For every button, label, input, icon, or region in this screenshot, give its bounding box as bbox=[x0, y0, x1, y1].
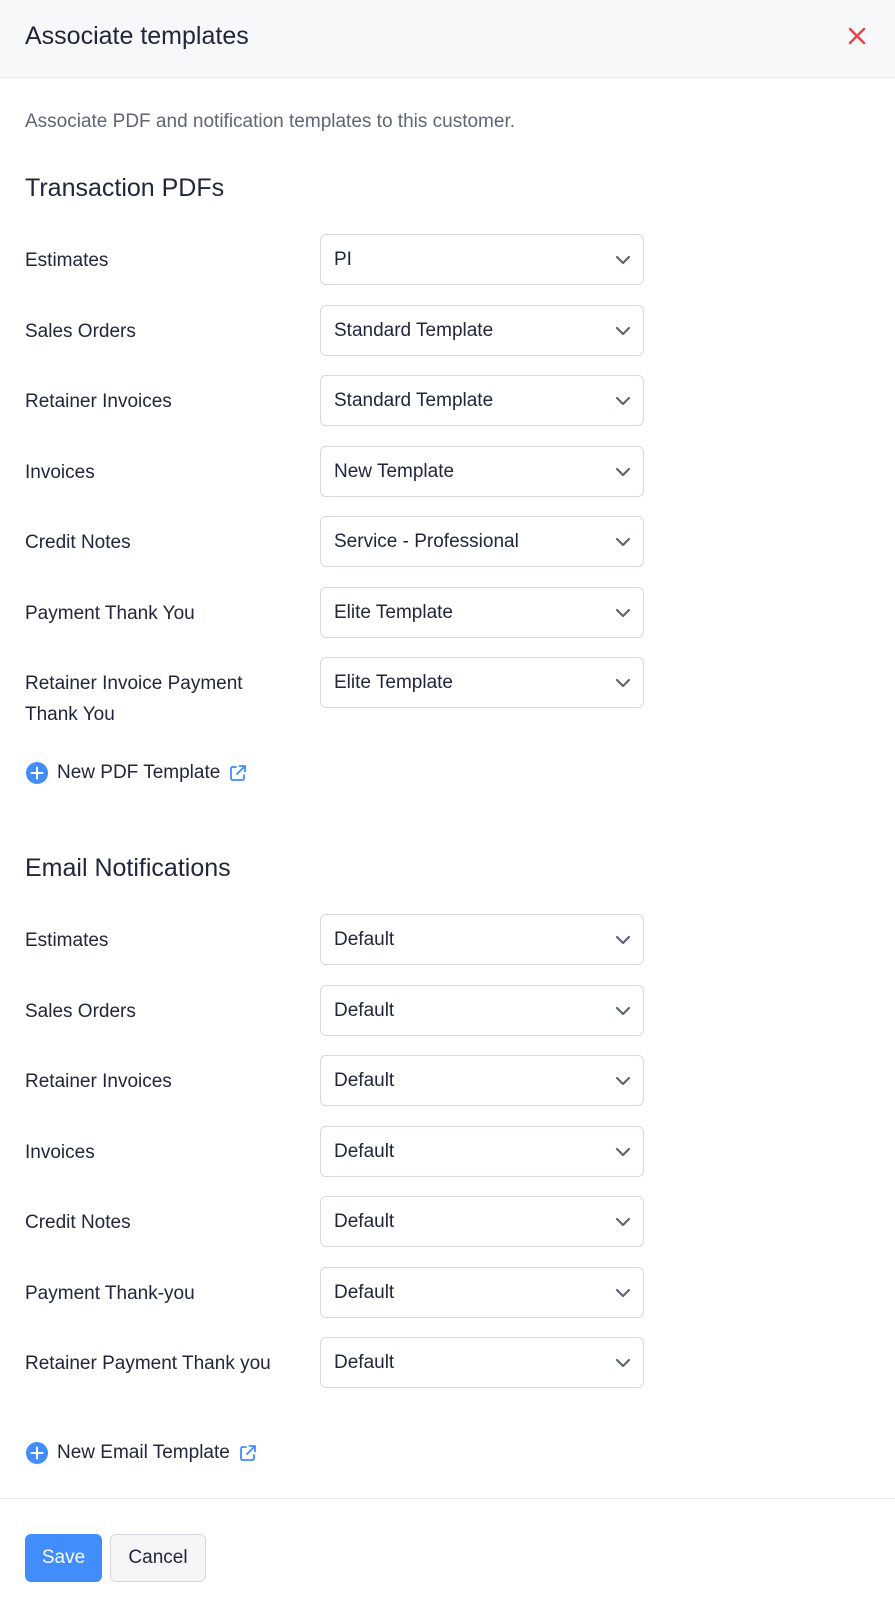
row-label: Estimates bbox=[25, 930, 109, 951]
select-value: Service - Professional bbox=[334, 531, 519, 552]
select-value: Elite Template bbox=[334, 602, 453, 623]
chevron-down-icon bbox=[615, 935, 631, 945]
row-label: Retainer Invoices bbox=[25, 1071, 172, 1092]
chevron-down-icon bbox=[615, 255, 631, 265]
row-label: Credit Notes bbox=[25, 532, 131, 553]
chevron-down-icon bbox=[615, 467, 631, 477]
chevron-down-icon bbox=[615, 326, 631, 336]
cancel-button[interactable]: Cancel bbox=[110, 1534, 206, 1582]
template-select[interactable]: PI bbox=[320, 234, 644, 285]
close-icon[interactable] bbox=[844, 23, 870, 49]
row-label: Retainer Payment Thank you bbox=[25, 1353, 271, 1374]
template-select[interactable]: Default bbox=[320, 1196, 644, 1247]
template-select[interactable]: Standard Template bbox=[320, 375, 644, 426]
template-select[interactable]: Default bbox=[320, 1267, 644, 1318]
template-select[interactable]: Default bbox=[320, 914, 644, 965]
row-label: Payment Thank You bbox=[25, 603, 195, 624]
new-email-template-label: New Email Template bbox=[57, 1442, 230, 1463]
chevron-down-icon bbox=[615, 1147, 631, 1157]
template-select[interactable]: Standard Template bbox=[320, 305, 644, 356]
select-value: Default bbox=[334, 1282, 395, 1303]
new-pdf-template-link[interactable]: New PDF Template bbox=[25, 760, 248, 786]
pdf-row-retainer-invoice-payment-thank-you: Retainer Invoice Payment Thank You Elite… bbox=[0, 657, 895, 725]
chevron-down-icon bbox=[615, 1006, 631, 1016]
template-select[interactable]: New Template bbox=[320, 446, 644, 497]
email-row-retainer-payment-thank-you: Retainer Payment Thank you Default bbox=[0, 1337, 895, 1389]
template-select[interactable]: Elite Template bbox=[320, 657, 644, 708]
pdf-row-payment-thank-you: Payment Thank You Elite Template bbox=[0, 587, 895, 639]
footer-divider bbox=[0, 1498, 895, 1499]
row-label: Invoices bbox=[25, 462, 95, 483]
email-row-payment-thank-you: Payment Thank-you Default bbox=[0, 1267, 895, 1319]
email-row-estimates: Estimates Default bbox=[0, 914, 895, 966]
chevron-down-icon bbox=[615, 1288, 631, 1298]
template-select[interactable]: Default bbox=[320, 1337, 644, 1388]
row-label: Retainer Invoice Payment Thank You bbox=[25, 673, 243, 725]
select-value: Default bbox=[334, 1211, 395, 1232]
external-link-icon bbox=[239, 1445, 256, 1461]
row-label: Sales Orders bbox=[25, 1001, 136, 1022]
save-button[interactable]: Save bbox=[25, 1534, 102, 1582]
modal-description: Associate PDF and notification templates… bbox=[25, 111, 516, 132]
email-row-sales-orders: Sales Orders Default bbox=[0, 985, 895, 1037]
email-row-retainer-invoices: Retainer Invoices Default bbox=[0, 1055, 895, 1107]
row-label: Estimates bbox=[25, 250, 109, 271]
pdf-row-retainer-invoices: Retainer Invoices Standard Template bbox=[0, 375, 895, 427]
select-value: Default bbox=[334, 1352, 395, 1373]
pdf-row-sales-orders: Sales Orders Standard Template bbox=[0, 305, 895, 357]
chevron-down-icon bbox=[615, 1217, 631, 1227]
template-select[interactable]: Default bbox=[320, 1126, 644, 1177]
chevron-down-icon bbox=[615, 608, 631, 618]
template-select[interactable]: Default bbox=[320, 1055, 644, 1106]
pdf-row-credit-notes: Credit Notes Service - Professional bbox=[0, 516, 895, 568]
select-value: Default bbox=[334, 1141, 395, 1162]
new-pdf-template-label: New PDF Template bbox=[57, 762, 221, 783]
select-value: Default bbox=[334, 1000, 395, 1021]
row-label: Sales Orders bbox=[25, 321, 136, 342]
select-value: Standard Template bbox=[334, 320, 494, 341]
row-label: Credit Notes bbox=[25, 1212, 131, 1233]
email-row-credit-notes: Credit Notes Default bbox=[0, 1196, 895, 1248]
chevron-down-icon bbox=[615, 396, 631, 406]
select-value: PI bbox=[334, 249, 352, 270]
external-link-icon bbox=[230, 765, 247, 781]
pdf-row-estimates: Estimates PI bbox=[0, 234, 895, 286]
chevron-down-icon bbox=[615, 678, 631, 688]
section-title-transaction-pdfs: Transaction PDFs bbox=[25, 174, 225, 202]
chevron-down-icon bbox=[615, 537, 631, 547]
email-row-invoices: Invoices Default bbox=[0, 1126, 895, 1178]
template-select[interactable]: Elite Template bbox=[320, 587, 644, 638]
pdf-row-invoices: Invoices New Template bbox=[0, 446, 895, 498]
section-title-email-notifications: Email Notifications bbox=[25, 854, 231, 882]
add-circle-icon bbox=[26, 762, 48, 784]
select-value: Default bbox=[334, 1070, 395, 1091]
row-label: Invoices bbox=[25, 1142, 95, 1163]
template-select[interactable]: Service - Professional bbox=[320, 516, 644, 567]
add-circle-icon bbox=[26, 1442, 48, 1464]
modal-title: Associate templates bbox=[25, 22, 249, 50]
row-label: Payment Thank-you bbox=[25, 1283, 195, 1304]
chevron-down-icon bbox=[615, 1358, 631, 1368]
select-value: Default bbox=[334, 929, 395, 950]
row-label: Retainer Invoices bbox=[25, 391, 172, 412]
template-select[interactable]: Default bbox=[320, 985, 644, 1036]
select-value: Elite Template bbox=[334, 672, 453, 693]
modal-header: Associate templates bbox=[0, 0, 895, 78]
select-value: Standard Template bbox=[334, 390, 494, 411]
new-email-template-link[interactable]: New Email Template bbox=[25, 1440, 258, 1466]
select-value: New Template bbox=[334, 461, 455, 482]
chevron-down-icon bbox=[615, 1076, 631, 1086]
